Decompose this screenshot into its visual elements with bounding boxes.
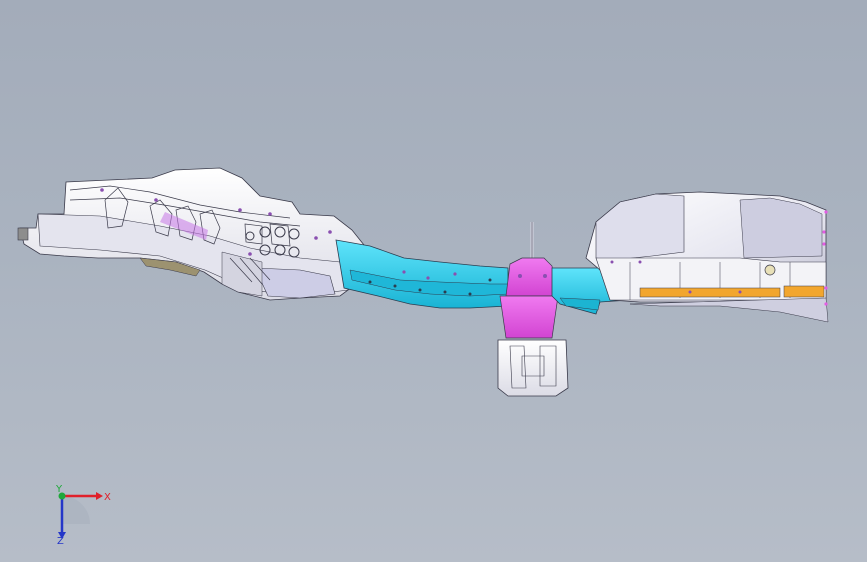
- mid-cyan-rail[interactable]: [335, 239, 509, 309]
- graphics-viewport[interactable]: X Y Z: [0, 0, 867, 562]
- x-axis-label: X: [104, 492, 111, 503]
- center-crossmember[interactable]: [497, 222, 569, 397]
- y-axis-label: Y: [55, 484, 63, 495]
- x-axis-arrow: [96, 492, 103, 500]
- triad-quadrant: [62, 496, 90, 524]
- rear-frame-section[interactable]: [585, 191, 829, 323]
- z-axis-label: Z: [57, 536, 64, 544]
- coordinate-triad: X Y Z: [55, 484, 111, 544]
- chassis-frame-model[interactable]: [0, 0, 867, 562]
- front-frame-section[interactable]: [17, 167, 376, 301]
